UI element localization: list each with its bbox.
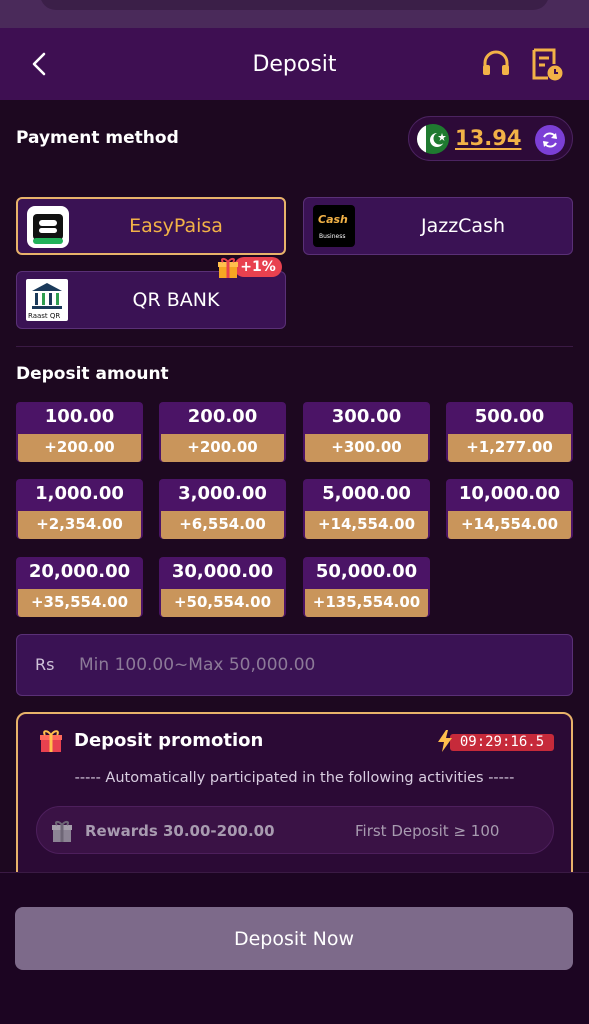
pakistan-flag-icon (417, 124, 449, 154)
amount-option[interactable]: 500.00 +1,277.00 (446, 402, 573, 462)
top-pill (40, 0, 549, 10)
headset-icon[interactable] (480, 48, 512, 80)
promotion-timer: 09:29:16.5 (436, 730, 556, 752)
bonus-badge: +1% (216, 256, 284, 280)
method-label: QR BANK (132, 289, 220, 311)
amount-option[interactable]: 30,000.00 +50,554.00 (159, 557, 286, 617)
balance-amount: 13.94 (455, 126, 522, 150)
currency-label: Rs (35, 655, 55, 674)
method-label: JazzCash (420, 215, 506, 237)
amount-option[interactable]: 100.00 +200.00 (16, 402, 143, 462)
method-easypaisa[interactable]: EasyPaisa (16, 197, 286, 255)
amount-option[interactable]: 50,000.00 +135,554.00 (303, 557, 430, 617)
amount-input[interactable] (79, 647, 549, 683)
footer: Deposit Now (0, 872, 589, 1024)
amount-option[interactable]: 5,000.00 +14,554.00 (303, 479, 430, 539)
payment-method-title: Payment method (16, 128, 179, 148)
method-jazzcash[interactable]: Cash Business JazzCash (303, 197, 573, 255)
reward-text: Rewards 30.00-200.00 (85, 822, 275, 840)
amount-grid: 100.00 +200.00 200.00 +200.00 300.00 +300.0… (16, 402, 573, 618)
gift-icon (52, 821, 72, 842)
promotion-note: ----- Automatically participated in the … (74, 770, 515, 786)
gift-icon (40, 730, 62, 752)
refresh-icon[interactable] (535, 125, 565, 155)
page-title: Deposit (252, 51, 337, 77)
timer-text: 09:29:16.5 (450, 734, 554, 751)
amount-input-box: Rs (16, 634, 573, 696)
gift-icon (218, 258, 238, 278)
amount-option[interactable]: 200.00 +200.00 (159, 402, 286, 462)
balance-pill: 13.94 (408, 116, 573, 161)
method-label: EasyPaisa (129, 215, 223, 237)
top-strip (0, 0, 589, 28)
lightning-icon (438, 730, 452, 752)
deposit-amount-title: Deposit amount (16, 364, 169, 384)
amount-option[interactable]: 3,000.00 +6,554.00 (159, 479, 286, 539)
chevron-left-icon[interactable] (26, 50, 54, 78)
amount-option[interactable]: 20,000.00 +35,554.00 (16, 557, 143, 617)
deposit-record-icon[interactable] (530, 46, 564, 82)
promotion-title: Deposit promotion (74, 730, 264, 751)
amount-option[interactable]: 300.00 +300.00 (303, 402, 430, 462)
bonus-percent: +1% (234, 257, 282, 277)
amount-option[interactable]: 1,000.00 +2,354.00 (16, 479, 143, 539)
promotion-item[interactable]: Rewards 30.00-200.00 First Deposit ≥ 100 (36, 806, 554, 854)
deposit-now-button[interactable]: Deposit Now (15, 907, 573, 970)
reward-condition: First Deposit ≥ 100 (355, 822, 500, 840)
amount-option[interactable]: 10,000.00 +14,554.00 (446, 479, 573, 539)
header: Deposit (0, 28, 589, 100)
divider (16, 346, 573, 347)
